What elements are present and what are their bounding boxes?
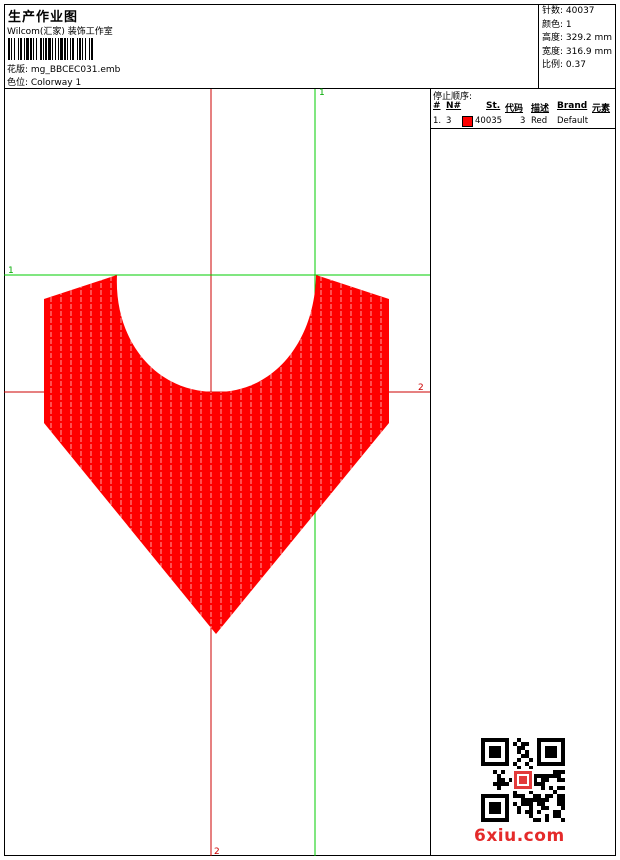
header: 生产作业图 Wilcom(汇家) 装饰工作室 花版: mg_BBCEC031.e… — [4, 4, 616, 89]
stop-sequence-header: # N# St. 代码 描述 Brand 元素 — [431, 101, 616, 114]
page-title: 生产作业图 — [8, 10, 79, 25]
col-code: 代码 — [505, 104, 524, 114]
row-brand: Default — [557, 116, 589, 126]
stat-scale: 比例: 0.37 — [542, 60, 586, 70]
col-needle: N# — [446, 101, 462, 111]
design-preview — [4, 89, 431, 856]
row-code: 3 — [520, 116, 526, 126]
watermark: 6xiu.com — [474, 826, 565, 846]
stats-box: 针数: 40037 颜色: 1 高度: 329.2 mm 宽度: 316.9 m… — [538, 4, 616, 89]
embroidery-shape — [44, 275, 389, 634]
stat-stitches: 针数: 40037 — [542, 6, 595, 16]
col-description: 描述 — [531, 104, 550, 114]
row-description: Red — [531, 116, 548, 126]
col-index: # — [433, 101, 441, 111]
green-vertical-label: 1 — [319, 88, 325, 98]
green-horizontal-label: 1 — [8, 266, 14, 276]
colorway: 色位: Colorway 1 — [7, 78, 82, 88]
qr-code — [481, 738, 565, 822]
stat-colors: 颜色: 1 — [542, 19, 572, 30]
color-swatch — [462, 116, 473, 127]
red-vertical-label: 2 — [214, 847, 220, 857]
col-element: 元素 — [592, 104, 611, 114]
pattern-name: 花版: mg_BBCEC031.emb — [7, 65, 121, 75]
stat-height: 高度: 329.2 mm — [542, 33, 613, 43]
row-needle: 3 — [446, 116, 452, 126]
barcode — [8, 38, 93, 60]
stat-width: 宽度: 316.9 mm — [542, 46, 613, 57]
panel-divider — [431, 128, 616, 129]
subtitle: Wilcom(汇家) 装饰工作室 — [7, 27, 113, 37]
red-horizontal-label: 2 — [418, 383, 424, 393]
design-canvas — [4, 89, 430, 856]
col-stitches: St. — [486, 101, 501, 111]
table-row[interactable]: 1. 3 40035 3 Red Default — [431, 115, 616, 128]
row-stitches: 40035 — [475, 116, 503, 126]
row-index: 1. — [433, 116, 442, 126]
col-brand: Brand — [557, 101, 588, 111]
